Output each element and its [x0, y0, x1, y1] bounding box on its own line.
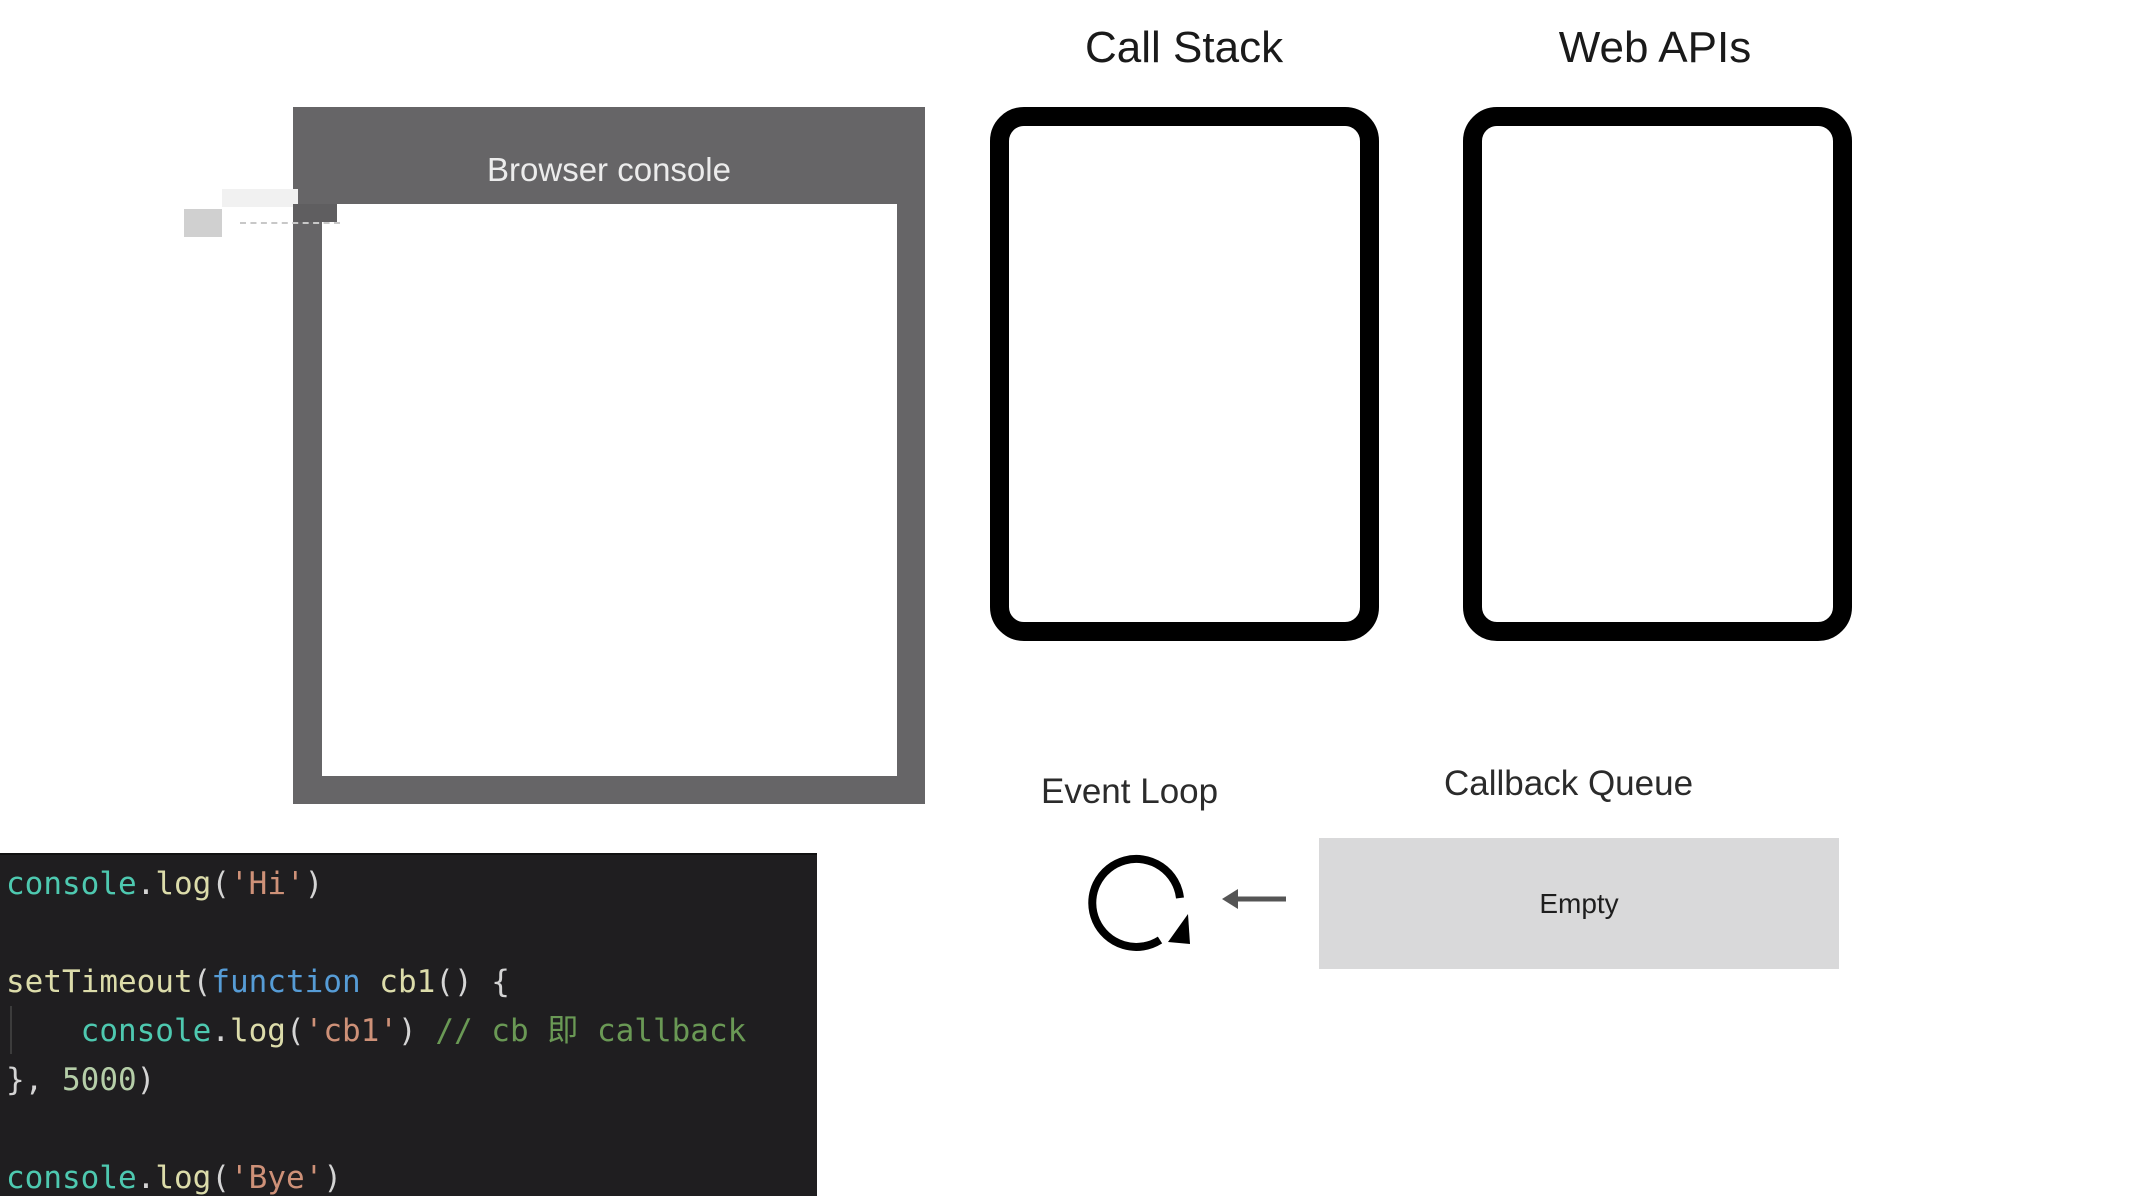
event-loop-title: Event Loop [1041, 772, 1219, 811]
callback-queue-status: Empty [1539, 887, 1619, 919]
callback-queue-title: Callback Queue [1444, 764, 1694, 803]
browser-console-panel: Browser console [293, 107, 925, 804]
code-token: ( [192, 964, 212, 1000]
code-token: ) [136, 1062, 156, 1098]
code-line[interactable]: console.log('Bye') [6, 1163, 342, 1203]
code-token: console [6, 866, 137, 902]
code-token: ) [397, 1013, 436, 1049]
code-token: console [6, 1160, 137, 1196]
artifact-dash [240, 222, 340, 224]
code-token: ) [323, 1160, 342, 1196]
code-token: console [80, 1013, 212, 1049]
code-token: function [211, 964, 361, 1000]
code-token: . [136, 866, 156, 902]
code-token: log [155, 866, 212, 902]
code-token: log [229, 1013, 286, 1049]
code-token: 5000 [62, 1062, 137, 1098]
code-token: ( [211, 1160, 230, 1196]
code-token: 'cb1' [304, 1013, 398, 1049]
code-token: ( [211, 866, 230, 902]
web-apis-box [1463, 107, 1852, 641]
code-token: . [211, 1013, 230, 1049]
code-token: ( [285, 1013, 305, 1049]
code-token: cb1 [379, 964, 436, 1000]
callback-queue-box: Empty [1319, 838, 1839, 969]
artifact-strip [222, 189, 298, 207]
artifact-block [184, 209, 222, 237]
code-line[interactable]: console.log('cb1') // cb 即 callback [6, 1013, 747, 1056]
code-editor: console.log('Hi') setTimeout(function cb1… [0, 853, 817, 1196]
code-line[interactable]: }, 5000) [6, 1065, 155, 1105]
code-token: ) [304, 866, 324, 902]
code-token: 'Bye' [230, 1160, 324, 1196]
call-stack-title: Call Stack [1085, 23, 1284, 72]
artifact-notch [293, 204, 337, 222]
code-token: // cb 即 callback [435, 1013, 747, 1049]
code-token: }, [6, 1062, 62, 1098]
browser-console-output [322, 204, 897, 776]
code-line[interactable]: console.log('Hi') [6, 869, 323, 909]
browser-console-title: Browser console [487, 151, 731, 188]
code-line[interactable]: setTimeout(function cb1() { [6, 967, 510, 1007]
code-token: . [136, 1160, 156, 1196]
left-arrow-icon [1222, 889, 1286, 909]
web-apis-title: Web APIs [1558, 23, 1752, 72]
code-token: setTimeout [6, 964, 193, 1000]
code-token: log [155, 1160, 212, 1196]
call-stack-box [990, 107, 1379, 641]
code-token: 'Hi' [230, 866, 305, 902]
code-token: () { [435, 964, 510, 1000]
loop-arrow-icon [1088, 854, 1190, 951]
